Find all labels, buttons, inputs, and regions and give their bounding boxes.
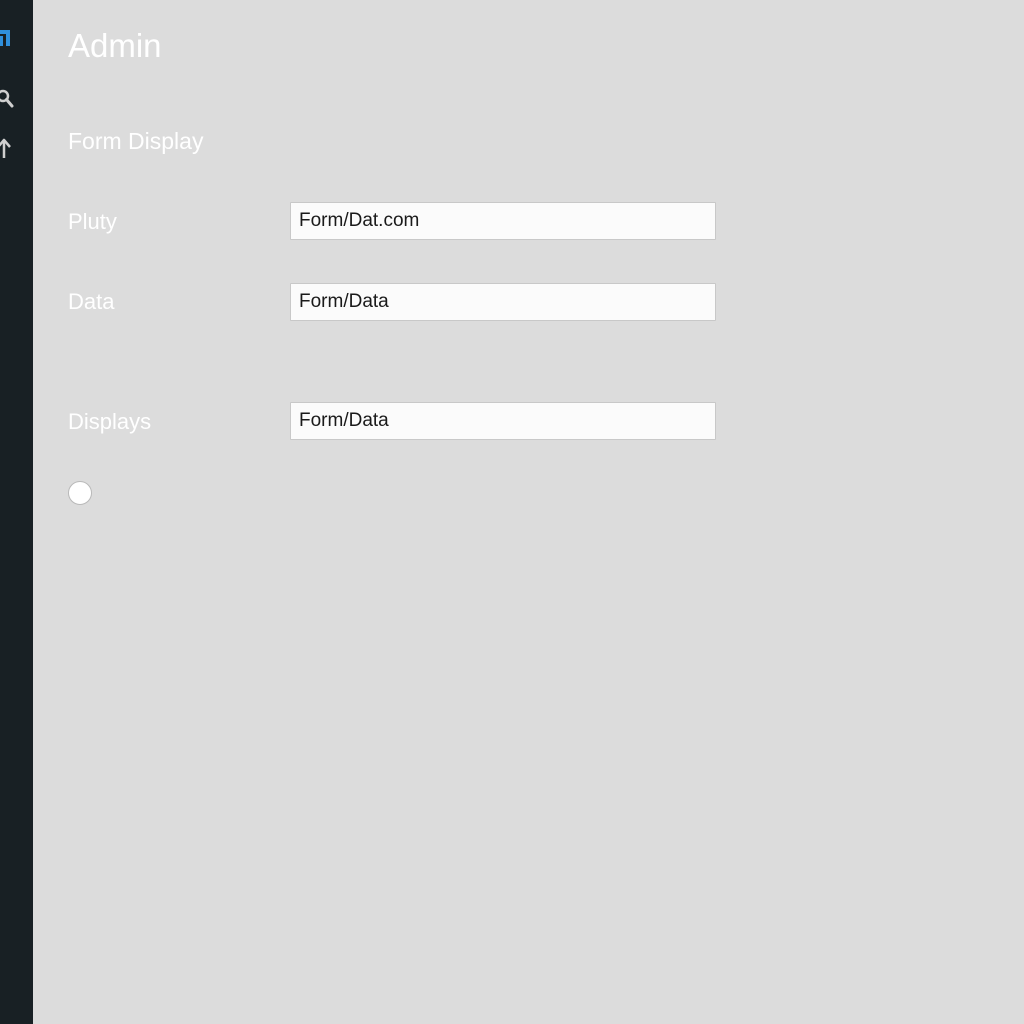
arrow-up-icon[interactable]	[0, 134, 14, 162]
displays-input[interactable]	[290, 402, 716, 440]
app-window: Admin Form Display Pluty Data Displays	[0, 0, 1024, 1024]
section-title: Form Display	[68, 128, 204, 154]
field-label-data: Data	[68, 289, 115, 314]
sidebar	[0, 0, 33, 1024]
field-label-displays: Displays	[68, 409, 152, 434]
radio-button[interactable]	[68, 481, 92, 505]
field-label-pluty: Pluty	[68, 209, 117, 234]
search-icon[interactable]	[0, 84, 14, 112]
app-logo-icon[interactable]	[0, 24, 14, 52]
main-content: Admin Form Display Pluty Data Displays	[33, 0, 1024, 1024]
data-input[interactable]	[290, 283, 716, 321]
pluty-input[interactable]	[290, 202, 716, 240]
page-title: Admin	[68, 27, 162, 64]
